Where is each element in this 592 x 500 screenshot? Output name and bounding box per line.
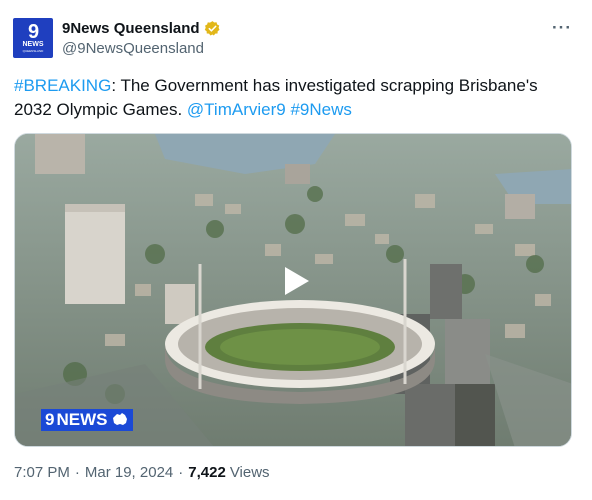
tweet-date[interactable]: Mar 19, 2024	[85, 464, 173, 481]
video-player[interactable]: 9 NEWS	[14, 133, 572, 447]
views-count[interactable]: 7,422	[188, 464, 226, 481]
name-row: 9News Queensland	[62, 20, 221, 37]
avatar-logo-sub: QUEENSLAND	[22, 49, 44, 53]
tweet-meta: 7:07 PM · Mar 19, 2024 · 7,422 Views	[14, 464, 270, 481]
avatar-logo-nine: 9	[27, 21, 39, 43]
hashtag-breaking-link[interactable]: #BREAKING	[14, 76, 111, 95]
watermark-news: NEWS	[56, 410, 108, 429]
meta-separator: ·	[74, 464, 80, 481]
hashtag-9news-link[interactable]: #9News	[290, 100, 351, 119]
australia-map-icon	[113, 413, 128, 425]
verified-badge-icon[interactable]	[204, 20, 221, 37]
play-icon[interactable]	[277, 263, 313, 299]
9news-watermark: 9 NEWS	[41, 409, 134, 431]
display-name[interactable]: 9News Queensland	[62, 20, 200, 37]
more-options-button[interactable]: ···	[552, 18, 572, 38]
avatar[interactable]: 9 NEWS QUEENSLAND	[13, 18, 53, 58]
meta-separator-2: ·	[178, 464, 184, 481]
tweet-text: #BREAKING: The Government has investigat…	[14, 74, 574, 122]
tweet-time[interactable]: 7:07 PM	[14, 464, 70, 481]
watermark-nine: 9	[45, 410, 55, 429]
views-label: Views	[229, 464, 270, 481]
avatar-logo-news: NEWS	[22, 41, 44, 48]
account-handle[interactable]: @9NewsQueensland	[62, 40, 204, 57]
tweet-card: 9 NEWS QUEENSLAND 9News Queensland @9New…	[0, 0, 592, 500]
mention-link[interactable]: @TimArvier9	[187, 100, 286, 119]
